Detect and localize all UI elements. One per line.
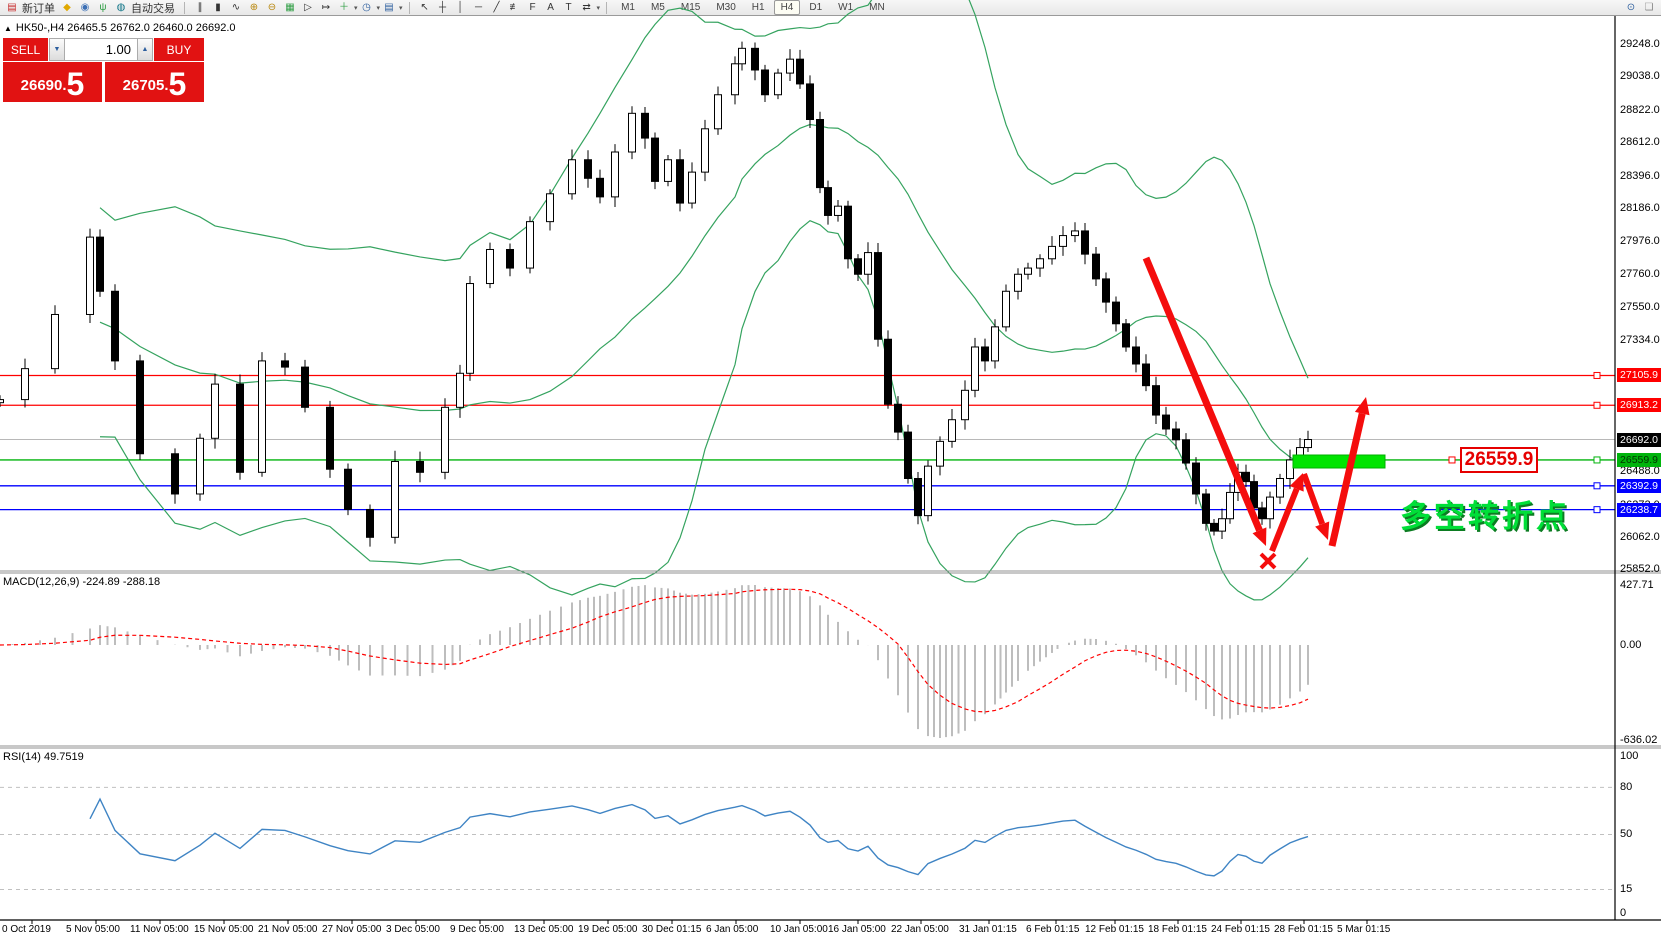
macd-scale-label: 0.00 [1620, 639, 1641, 651]
macd-label: MACD(12,26,9) -224.89 -288.18 [3, 576, 160, 588]
time-label: 28 Feb 01:15 [1274, 924, 1333, 935]
rsi-scale-label: 15 [1620, 883, 1632, 895]
rsi-scale-label: 0 [1620, 907, 1626, 919]
buy-button[interactable]: BUY [153, 38, 204, 61]
time-label: 10 Jan 05:00 [770, 924, 828, 935]
macd-scale-label: -636.02 [1620, 734, 1657, 746]
price-badge: 27105.9 [1617, 368, 1661, 382]
time-label: 19 Dec 05:00 [578, 924, 638, 935]
price-badge: 26913.2 [1617, 398, 1661, 412]
time-label: 5 Nov 05:00 [66, 924, 120, 935]
price-tick: 28186.0 [1620, 202, 1660, 214]
time-label: 11 Nov 05:00 [130, 924, 189, 935]
macd-scale-label: 427.71 [1620, 579, 1654, 591]
rsi-label: RSI(14) 49.7519 [3, 751, 84, 763]
price-tick: 28612.0 [1620, 136, 1660, 148]
buy-price-button[interactable]: 26705.5 [105, 62, 204, 102]
turning-point-text[interactable]: 多空转折点 [1400, 491, 1570, 536]
volume-input[interactable]: 1.00 [65, 38, 137, 61]
price-tick: 29248.0 [1620, 38, 1660, 50]
price-tick: 25852.0 [1620, 563, 1660, 575]
time-label: 0 Oct 2019 [2, 924, 51, 935]
chart-canvas [0, 0, 1661, 941]
sell-price-button[interactable]: 26690.5 [3, 62, 102, 102]
sell-price-big-digit: 5 [67, 69, 85, 99]
time-label: 9 Dec 05:00 [450, 924, 504, 935]
time-label: 12 Feb 01:15 [1085, 924, 1144, 935]
sell-price: 26690. [21, 73, 67, 99]
time-label: 15 Nov 05:00 [194, 924, 254, 935]
price-tick: 26062.0 [1620, 531, 1660, 543]
rsi-scale-label: 100 [1620, 750, 1638, 762]
time-label: 13 Dec 05:00 [514, 924, 574, 935]
price-tick: 28396.0 [1620, 170, 1660, 182]
chart-title-row: ▲ HK50-,H4 26465.5 26762.0 26460.0 26692… [4, 22, 236, 34]
time-label: 6 Feb 01:15 [1026, 924, 1079, 935]
price-tick: 29038.0 [1620, 70, 1660, 82]
time-label: 22 Jan 05:00 [891, 924, 949, 935]
price-badge: 26392.9 [1617, 479, 1661, 493]
buy-price: 26705. [123, 73, 169, 99]
time-label: 21 Nov 05:00 [258, 924, 318, 935]
price-tick: 27760.0 [1620, 268, 1660, 280]
price-tick: 27550.0 [1620, 301, 1660, 313]
price-tick: 27976.0 [1620, 235, 1660, 247]
price-badge: 26559.9 [1617, 453, 1661, 467]
time-label: 6 Jan 05:00 [706, 924, 758, 935]
trading-platform-window: ▤ 新订单 ◆ ◉ ψ ◍ 自动交易 ∥ ▮ ∿ ⊕ ⊖ ▦ ▷ ↦ ＋▾ ◷▾… [0, 0, 1661, 941]
time-label: 5 Mar 01:15 [1337, 924, 1390, 935]
volume-increase-button[interactable]: ▲ [137, 38, 153, 61]
collapse-chart-icon[interactable]: ▲ [4, 24, 12, 33]
price-tick: 28822.0 [1620, 104, 1660, 116]
rsi-scale-label: 50 [1620, 828, 1632, 840]
price-tick: 27334.0 [1620, 334, 1660, 346]
rsi-scale-label: 80 [1620, 781, 1632, 793]
price-callout-label[interactable]: 26559.9 [1460, 447, 1538, 473]
time-label: 31 Jan 01:15 [959, 924, 1017, 935]
time-label: 18 Feb 01:15 [1148, 924, 1207, 935]
buy-price-big-digit: 5 [169, 69, 187, 99]
time-label: 24 Feb 01:15 [1211, 924, 1270, 935]
volume-decrease-button[interactable]: ▼ [49, 38, 65, 61]
time-label: 3 Dec 05:00 [386, 924, 440, 935]
time-label: 30 Dec 01:15 [642, 924, 702, 935]
chart-title: HK50-,H4 26465.5 26762.0 26460.0 26692.0 [16, 22, 236, 34]
sell-button[interactable]: SELL [3, 38, 49, 61]
price-badge: 26238.7 [1617, 503, 1661, 517]
time-label: 27 Nov 05:00 [322, 924, 382, 935]
time-label: 16 Jan 05:00 [828, 924, 886, 935]
price-badge: 26692.0 [1617, 433, 1661, 447]
one-click-trading-panel: SELL ▼ 1.00 ▲ BUY 26690.5 26705.5 [3, 38, 204, 102]
